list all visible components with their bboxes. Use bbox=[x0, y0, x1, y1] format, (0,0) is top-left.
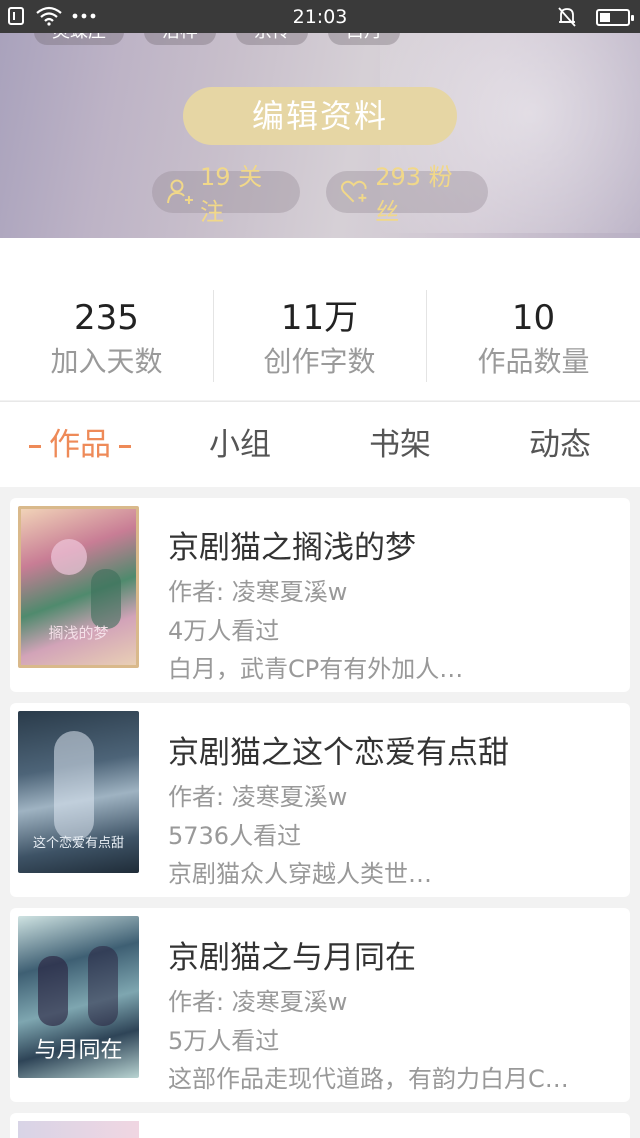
work-author: 作者: 凌寒夏溪w bbox=[168, 988, 348, 1016]
work-title: 京剧猫之搁浅的梦 bbox=[168, 530, 416, 566]
stat-label: 创作字数 bbox=[263, 345, 376, 378]
tab-bookshelf[interactable]: 书架 bbox=[320, 402, 480, 488]
work-description: 京剧猫众人穿越人类世… bbox=[168, 860, 432, 888]
work-list-item[interactable]: 这个恋爱有点甜 京剧猫之这个恋爱有点甜 作者: 凌寒夏溪w 5736人看过 京剧… bbox=[10, 703, 630, 897]
tab-active-indicator bbox=[119, 445, 131, 448]
work-list-item[interactable]: 与月同在 京剧猫之与月同在 作者: 凌寒夏溪w 5万人看过 这部作品走现代道路，… bbox=[10, 908, 630, 1102]
heart-plus-icon bbox=[340, 180, 367, 203]
profile-tags: 灵蝶庄 治样 京传 白月 bbox=[34, 33, 400, 45]
stat-value: 10 bbox=[511, 298, 556, 338]
fans-count: 293 粉丝 bbox=[375, 163, 453, 226]
fans-button[interactable]: 293 粉丝 bbox=[326, 163, 488, 226]
add-user-icon bbox=[167, 179, 193, 204]
work-views: 5万人看过 bbox=[168, 1027, 280, 1055]
work-author: 作者: 凌寒夏溪w bbox=[168, 783, 348, 811]
book-cover: 搁浅的梦 bbox=[18, 506, 139, 668]
stat-value: 235 bbox=[74, 298, 139, 338]
work-views: 5736人看过 bbox=[168, 822, 302, 850]
work-list-item[interactable]: 搁浅的梦 京剧猫之搁浅的梦 作者: 凌寒夏溪w 4万人看过 白月，武青CP有有外… bbox=[10, 498, 630, 692]
stat-value: 11万 bbox=[280, 298, 359, 338]
profile-header: 灵蝶庄 治样 京传 白月 编辑资料 19 关注 293 粉丝 bbox=[0, 33, 640, 238]
book-cover: 这个恋爱有点甜 bbox=[18, 711, 139, 873]
work-title: 京剧猫之这个恋爱有点甜 bbox=[168, 735, 509, 771]
profile-tag: 京传 bbox=[236, 33, 308, 45]
status-time: 21:03 bbox=[292, 6, 348, 28]
stat-label: 加入天数 bbox=[50, 345, 163, 378]
tab-active-indicator bbox=[29, 445, 41, 448]
profile-tabs: 作品 小组 书架 动态 bbox=[0, 401, 640, 487]
stat-join-days: 235 加入天数 bbox=[0, 296, 213, 384]
work-description: 这部作品走现代道路，有韵力白月C… bbox=[168, 1065, 569, 1093]
edit-profile-button[interactable]: 编辑资料 bbox=[183, 87, 457, 145]
tab-groups[interactable]: 小组 bbox=[160, 402, 320, 488]
stats-panel: 235 加入天数 11万 创作字数 10 作品数量 bbox=[0, 238, 640, 400]
cover-title: 这个恋爱有点甜 bbox=[32, 836, 124, 851]
profile-tag: 治样 bbox=[144, 33, 216, 45]
profile-tag: 白月 bbox=[328, 33, 400, 45]
stat-word-count: 11万 创作字数 bbox=[213, 296, 426, 384]
work-title: 京剧猫之与月同在 bbox=[168, 940, 416, 976]
book-cover bbox=[18, 1121, 139, 1138]
tab-label: 作品 bbox=[49, 427, 111, 463]
status-right-icons bbox=[556, 6, 634, 28]
following-button[interactable]: 19 关注 bbox=[152, 163, 300, 226]
stat-label: 作品数量 bbox=[477, 345, 590, 378]
profile-tag: 灵蝶庄 bbox=[34, 33, 124, 45]
book-cover: 与月同在 bbox=[18, 916, 139, 1078]
work-description: 白月，武青CP有有外加人… bbox=[168, 655, 464, 683]
following-count: 19 关注 bbox=[199, 163, 263, 226]
cover-title: 搁浅的梦 bbox=[48, 624, 109, 642]
work-views: 4万人看过 bbox=[168, 617, 280, 645]
work-author: 作者: 凌寒夏溪w bbox=[168, 578, 348, 606]
stat-work-count: 10 作品数量 bbox=[427, 296, 640, 384]
status-bar: 21:03 bbox=[0, 0, 640, 33]
cover-title: 与月同在 bbox=[34, 1038, 123, 1063]
bell-muted-icon bbox=[558, 7, 576, 27]
battery-icon bbox=[596, 8, 634, 26]
work-list-item[interactable] bbox=[10, 1113, 630, 1138]
tab-activity[interactable]: 动态 bbox=[480, 402, 640, 488]
tab-works[interactable]: 作品 bbox=[0, 402, 160, 488]
